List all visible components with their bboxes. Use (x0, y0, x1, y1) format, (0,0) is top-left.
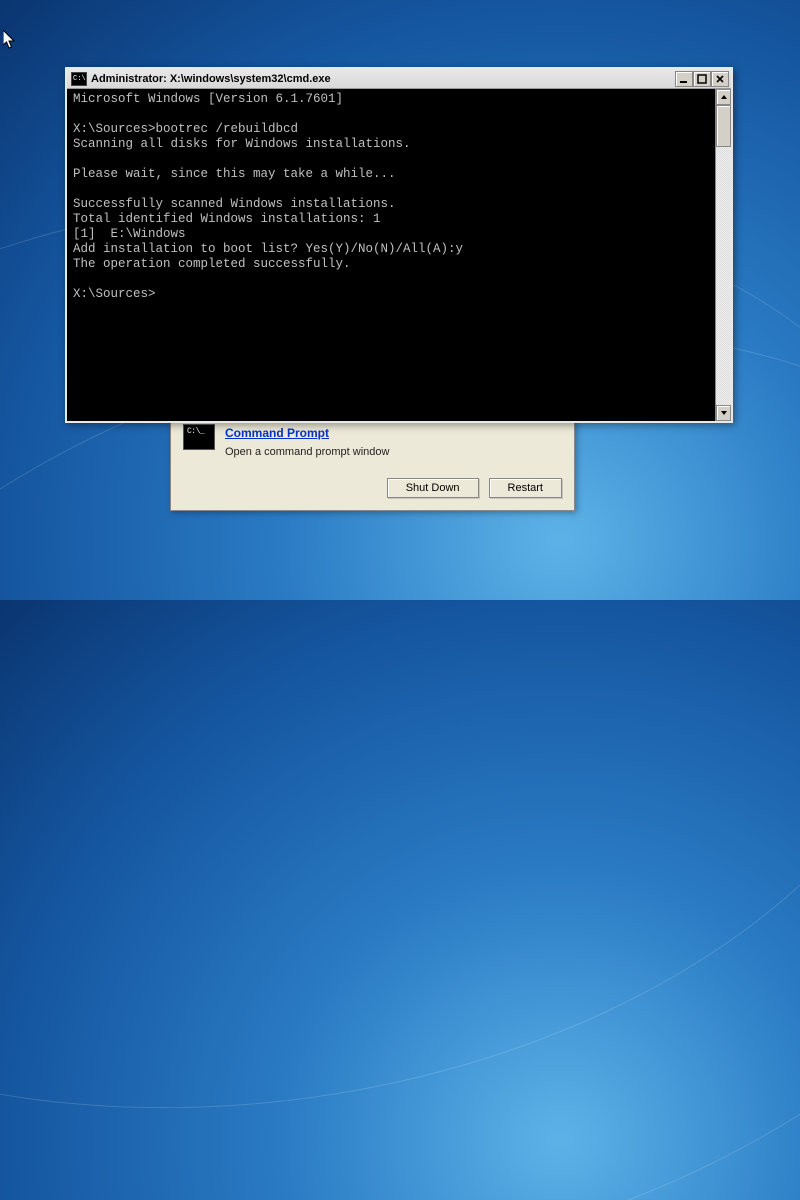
restart-button[interactable]: Restart (489, 478, 562, 498)
scroll-up-button[interactable] (716, 89, 731, 105)
cmd-body: Microsoft Windows [Version 6.1.7601] X:\… (67, 89, 731, 421)
close-icon (715, 74, 725, 84)
arrow-down-icon (720, 409, 728, 417)
command-prompt-icon: C:\_ (183, 424, 215, 450)
minimize-button[interactable] (675, 71, 693, 87)
scrollbar-thumb[interactable] (716, 105, 731, 147)
maximize-button[interactable] (693, 71, 711, 87)
window-icon: C:\ (71, 72, 87, 86)
command-prompt-link[interactable]: Command Prompt (225, 426, 329, 440)
scroll-down-button[interactable] (716, 405, 731, 421)
close-button[interactable] (711, 71, 729, 87)
scrollbar-track[interactable] (716, 105, 731, 405)
recovery-button-row: Shut Down Restart (183, 478, 562, 498)
command-prompt-window: C:\ Administrator: X:\windows\system32\c… (65, 67, 733, 423)
recovery-options-panel: C:\_ Command Prompt Open a command promp… (170, 415, 575, 511)
window-buttons (675, 71, 729, 87)
command-prompt-description: Open a command prompt window (225, 446, 389, 458)
terminal-output[interactable]: Microsoft Windows [Version 6.1.7601] X:\… (67, 89, 715, 421)
shutdown-button[interactable]: Shut Down (387, 478, 479, 498)
arrow-up-icon (720, 93, 728, 101)
titlebar[interactable]: C:\ Administrator: X:\windows\system32\c… (67, 69, 731, 89)
maximize-icon (697, 74, 707, 84)
minimize-icon (679, 74, 689, 84)
vertical-scrollbar[interactable] (715, 89, 731, 421)
window-title: Administrator: X:\windows\system32\cmd.e… (91, 73, 671, 85)
mouse-cursor (3, 30, 17, 50)
recovery-option-row: C:\_ Command Prompt Open a command promp… (183, 422, 562, 470)
